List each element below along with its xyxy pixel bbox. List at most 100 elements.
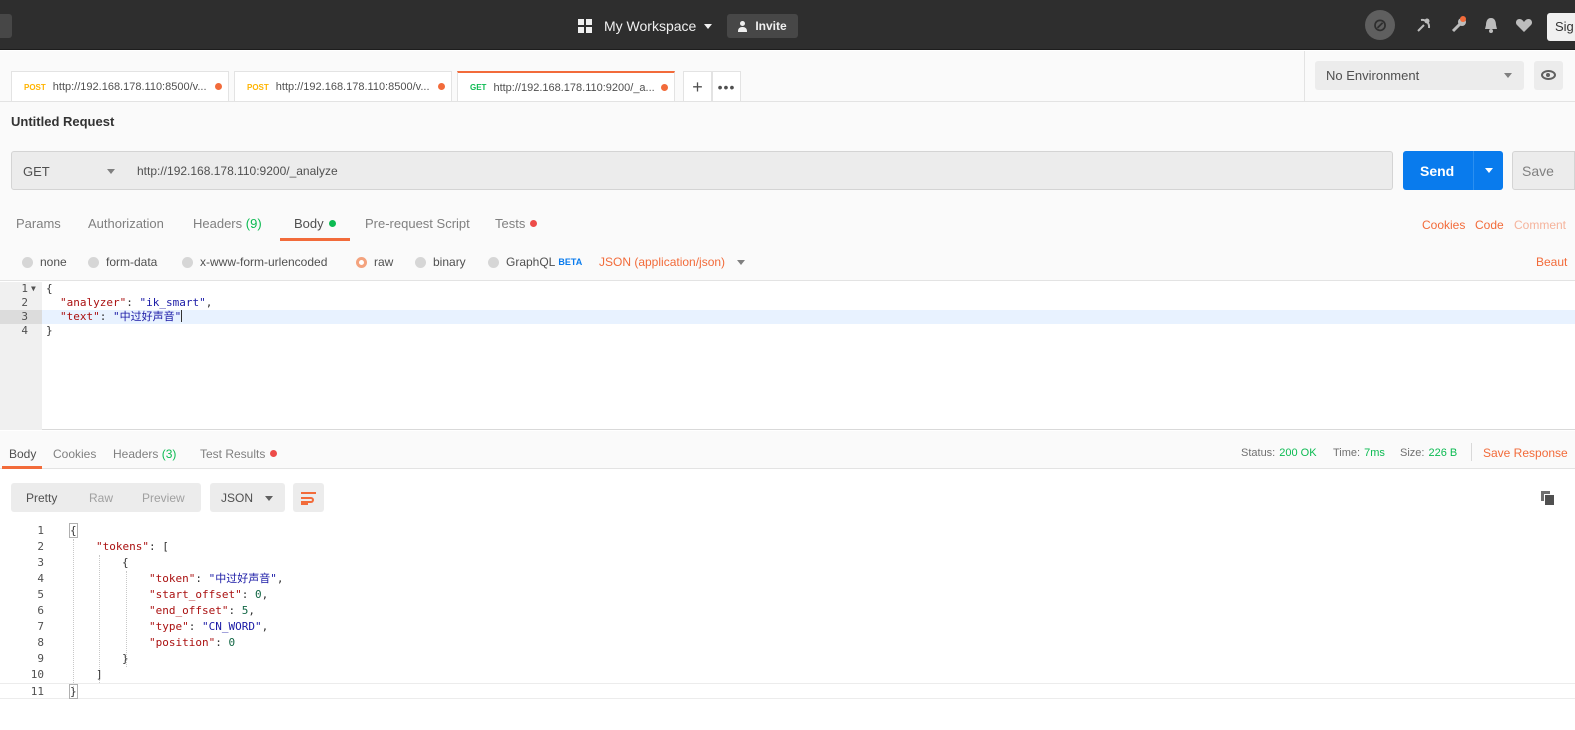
beautify-link[interactable]: Beaut xyxy=(1536,255,1567,269)
response-body-viewer[interactable]: 1{ 2 "tokens": [ 3{ 4 "token": "中过好声音", 5 "… xyxy=(0,521,1575,730)
request-name[interactable]: Untitled Request xyxy=(11,114,114,129)
sync-off-icon[interactable]: ⊘ xyxy=(1365,10,1395,40)
heart-icon[interactable] xyxy=(1515,16,1533,34)
code-text: "tokens": [ xyxy=(96,540,169,553)
method-select[interactable]: GET xyxy=(11,151,128,190)
view-raw-button[interactable]: Raw xyxy=(89,491,113,505)
bell-icon[interactable] xyxy=(1482,16,1500,34)
json-value: "CN_WORD" xyxy=(202,620,262,633)
code-text: "start_offset": 0, xyxy=(149,588,269,601)
radio-circle xyxy=(488,256,499,268)
sidebar-toggle[interactable] xyxy=(0,14,12,38)
workspace-label: My Workspace xyxy=(604,18,697,34)
environment-select[interactable]: No Environment xyxy=(1315,61,1524,90)
code-text: "text": "中过好声音" xyxy=(60,310,183,323)
json-key: "tokens" xyxy=(96,540,149,553)
sign-in-button[interactable]: Sig xyxy=(1547,13,1575,41)
bracket-match: { xyxy=(69,523,78,538)
view-pretty-button[interactable]: Pretty xyxy=(26,491,57,505)
response-line: 8 "position": 0 xyxy=(0,635,1575,651)
send-options-chevron-icon[interactable] xyxy=(1485,168,1493,173)
response-tab-test-results[interactable]: Test Results xyxy=(200,447,278,461)
url-input[interactable]: http://192.168.178.110:9200/_analyze xyxy=(127,151,1393,190)
json-key: "analyzer" xyxy=(60,296,127,309)
radio-label: form-data xyxy=(106,255,158,269)
response-size: Size: 226 B xyxy=(1400,447,1457,459)
radio-graphql[interactable]: GraphQL BETA xyxy=(488,255,582,269)
code-text: } xyxy=(122,652,129,665)
code-link[interactable]: Code xyxy=(1475,218,1504,232)
tab-body[interactable]: Body xyxy=(294,216,336,231)
line-number: 3 xyxy=(37,556,44,569)
line-number: 1 xyxy=(21,282,28,295)
fold-toggle-icon[interactable]: ▼ xyxy=(31,282,36,296)
tab-tests[interactable]: Tests xyxy=(495,216,538,231)
cookies-link[interactable]: Cookies xyxy=(1422,218,1465,232)
response-line: 9} xyxy=(0,651,1575,667)
radio-urlencoded[interactable]: x-www-form-urlencoded xyxy=(182,255,327,269)
radio-form-data[interactable]: form-data xyxy=(88,255,157,269)
status-label: Status: xyxy=(1241,447,1276,459)
json-value: "中过好声音" xyxy=(208,572,277,585)
json-key: "start_offset" xyxy=(149,588,242,601)
tab-method: POST xyxy=(24,82,46,92)
radio-raw[interactable]: raw xyxy=(356,255,393,269)
request-tab[interactable]: POST http://192.168.178.110:8500/v... xyxy=(234,71,452,102)
code-text: "token": "中过好声音", xyxy=(149,572,284,585)
tab-authorization[interactable]: Authorization xyxy=(88,216,164,231)
copy-icon[interactable] xyxy=(1541,491,1555,506)
line-number: 10 xyxy=(30,668,44,681)
wrap-lines-button[interactable] xyxy=(293,483,324,512)
tab-options-button[interactable]: ••• xyxy=(712,71,741,102)
request-body-editor[interactable]: 1 ▼ { 2 "analyzer": "ik_smart", 3 "text"… xyxy=(0,282,1575,430)
save-response-button[interactable]: Save Response xyxy=(1483,446,1568,460)
environment-quick-look-button[interactable] xyxy=(1534,61,1563,90)
save-button[interactable]: Save xyxy=(1512,151,1575,190)
response-line: 1{ xyxy=(0,523,1575,539)
add-person-icon xyxy=(738,20,749,32)
invite-button[interactable]: Invite xyxy=(727,14,798,38)
radio-circle xyxy=(182,256,193,268)
tab-params[interactable]: Params xyxy=(16,216,61,231)
response-tabs: Body Cookies Headers (3) Test Results St… xyxy=(0,431,1575,469)
tab-url: http://192.168.178.110:8500/v... xyxy=(52,81,207,93)
response-tab-headers-label: Headers xyxy=(113,447,159,461)
divider xyxy=(1471,443,1472,461)
eye-icon xyxy=(1541,70,1556,80)
status-value: 200 OK xyxy=(1279,447,1317,459)
response-toolbar: Pretty Raw Preview JSON xyxy=(0,469,1575,521)
view-preview-button[interactable]: Preview xyxy=(142,491,185,505)
unsaved-dot xyxy=(215,83,222,90)
url-bar: GET http://192.168.178.110:9200/_analyze… xyxy=(0,141,1575,201)
request-tab-active[interactable]: GET http://192.168.178.110:9200/_a... xyxy=(457,71,675,102)
chevron-down-icon xyxy=(737,260,746,265)
radio-circle xyxy=(88,256,99,268)
divider xyxy=(1304,51,1305,101)
method-label: GET xyxy=(23,164,50,179)
code-text: { xyxy=(122,556,129,569)
response-format-select[interactable]: JSON xyxy=(210,483,285,512)
radio-binary[interactable]: binary xyxy=(415,255,466,269)
line-number: 6 xyxy=(37,604,44,617)
new-tab-button[interactable]: + xyxy=(683,71,712,102)
workspace-switcher[interactable]: My Workspace xyxy=(578,13,713,39)
time-label: Time: xyxy=(1333,447,1361,459)
response-status: Status: 200 OK xyxy=(1241,447,1317,459)
json-key: "type" xyxy=(149,620,189,633)
line-number: 7 xyxy=(37,620,44,633)
response-tab-body[interactable]: Body xyxy=(9,447,36,461)
comments-link[interactable]: Comment xyxy=(1514,218,1566,232)
content-type-select[interactable]: JSON (application/json) xyxy=(599,255,746,269)
response-tab-headers[interactable]: Headers (3) xyxy=(113,447,176,461)
satellite-icon[interactable] xyxy=(1415,16,1433,34)
radio-none[interactable]: none xyxy=(22,255,67,269)
send-button[interactable]: Send xyxy=(1403,151,1503,190)
tab-method: GET xyxy=(470,83,487,92)
tab-headers[interactable]: Headers (9) xyxy=(193,216,262,231)
response-tab-cookies[interactable]: Cookies xyxy=(53,447,96,461)
tab-prerequest-script[interactable]: Pre-request Script xyxy=(365,216,470,231)
request-tab[interactable]: POST http://192.168.178.110:8500/v... xyxy=(11,71,229,102)
request-name-bar: Untitled Request xyxy=(0,101,1575,141)
code-text: } xyxy=(46,324,53,337)
settings-icon[interactable] xyxy=(1450,16,1468,34)
